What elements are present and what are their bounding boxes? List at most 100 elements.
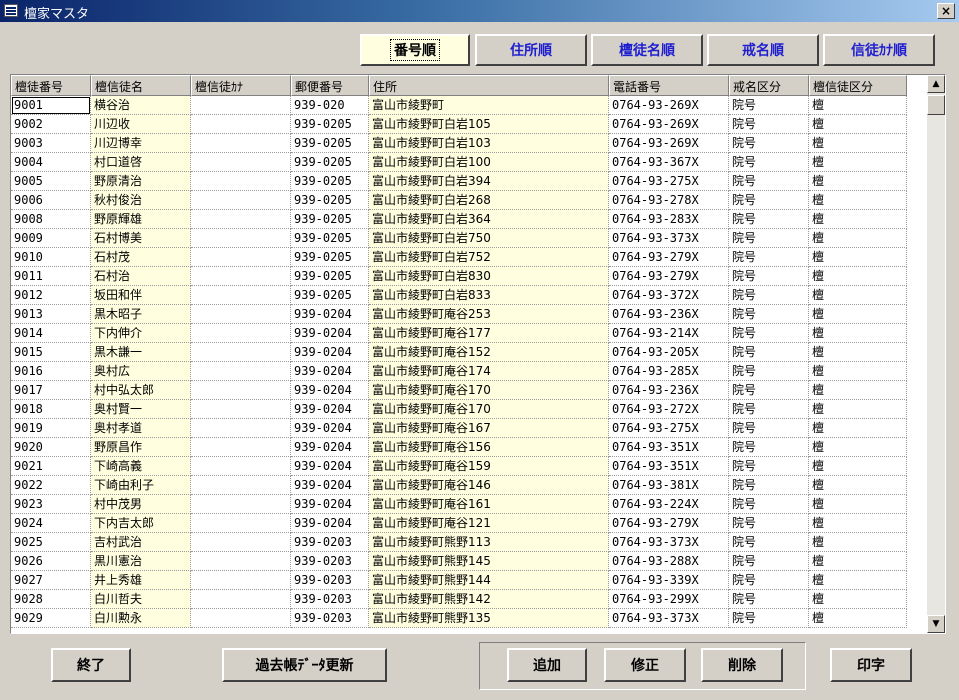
cell-phone[interactable]: 0764-93-288X: [609, 552, 729, 571]
cell-posthumous-category[interactable]: 院号: [729, 343, 809, 362]
cell-member-number[interactable]: 9028: [11, 590, 91, 609]
cell-kana[interactable]: [191, 115, 291, 134]
cell-kana[interactable]: [191, 286, 291, 305]
cell-posthumous-category[interactable]: 院号: [729, 552, 809, 571]
cell-kana[interactable]: [191, 324, 291, 343]
member-table[interactable]: 檀徒番号 檀信徒名 檀信徒ｶﾅ 郵便番号 住所 電話番号 戒名区分 檀信徒区分 …: [10, 74, 946, 634]
cell-member-category[interactable]: 檀: [809, 362, 907, 381]
cell-kana[interactable]: [191, 191, 291, 210]
cell-phone[interactable]: 0764-93-351X: [609, 457, 729, 476]
delete-button[interactable]: 削除: [701, 648, 783, 682]
cell-posthumous-category[interactable]: 院号: [729, 210, 809, 229]
cell-postal-code[interactable]: 939-0203: [291, 571, 369, 590]
cell-posthumous-category[interactable]: 院号: [729, 324, 809, 343]
scroll-up-arrow-icon[interactable]: ▲: [927, 75, 945, 93]
column-header-member-number[interactable]: 檀徒番号: [11, 75, 91, 96]
cell-member-number[interactable]: 9019: [11, 419, 91, 438]
cell-member-number[interactable]: 9012: [11, 286, 91, 305]
cell-member-number[interactable]: 9014: [11, 324, 91, 343]
cell-address[interactable]: 富山市綾野町熊野145: [369, 552, 609, 571]
table-row[interactable]: 9013 黒木昭子 939-0204 富山市綾野町庵谷253 0764-93-236X 院…: [11, 305, 927, 324]
cell-member-category[interactable]: 檀: [809, 324, 907, 343]
table-row[interactable]: 9012 坂田和伴 939-0205 富山市綾野町白岩833 0764-93-372X 院…: [11, 286, 927, 305]
cell-posthumous-category[interactable]: 院号: [729, 305, 809, 324]
cell-postal-code[interactable]: 939-0205: [291, 172, 369, 191]
cell-posthumous-category[interactable]: 院号: [729, 172, 809, 191]
cell-member-name[interactable]: 横谷治: [91, 96, 191, 115]
cell-phone[interactable]: 0764-93-214X: [609, 324, 729, 343]
cell-member-name[interactable]: 村口道啓: [91, 153, 191, 172]
cell-posthumous-category[interactable]: 院号: [729, 400, 809, 419]
cell-member-name[interactable]: 野原清治: [91, 172, 191, 191]
cell-postal-code[interactable]: 939-0204: [291, 457, 369, 476]
cell-address[interactable]: 富山市綾野町白岩268: [369, 191, 609, 210]
cell-posthumous-category[interactable]: 院号: [729, 457, 809, 476]
cell-address[interactable]: 富山市綾野町白岩364: [369, 210, 609, 229]
cell-address[interactable]: 富山市綾野町白岩750: [369, 229, 609, 248]
cell-member-name[interactable]: 石村博美: [91, 229, 191, 248]
cell-phone[interactable]: 0764-93-275X: [609, 172, 729, 191]
cell-postal-code[interactable]: 939-0204: [291, 514, 369, 533]
cell-kana[interactable]: [191, 96, 291, 115]
cell-member-name[interactable]: 吉村武治: [91, 533, 191, 552]
cell-member-number[interactable]: 9017: [11, 381, 91, 400]
table-row[interactable]: 9002 川辺收 939-0205 富山市綾野町白岩105 0764-93-269X 院号…: [11, 115, 927, 134]
cell-member-name[interactable]: 下崎由利子: [91, 476, 191, 495]
cell-phone[interactable]: 0764-93-279X: [609, 514, 729, 533]
cell-postal-code[interactable]: 939-0204: [291, 305, 369, 324]
cell-phone[interactable]: 0764-93-299X: [609, 590, 729, 609]
cell-kana[interactable]: [191, 305, 291, 324]
update-records-button[interactable]: 過去帳ﾃﾞｰﾀ更新: [222, 648, 387, 682]
cell-address[interactable]: 富山市綾野町庵谷161: [369, 495, 609, 514]
cell-member-number[interactable]: 9018: [11, 400, 91, 419]
cell-member-number[interactable]: 9001: [11, 96, 91, 115]
table-row[interactable]: 9022 下崎由利子 939-0204 富山市綾野町庵谷146 0764-93-381X…: [11, 476, 927, 495]
table-row[interactable]: 9014 下内伸介 939-0204 富山市綾野町庵谷177 0764-93-214X 院…: [11, 324, 927, 343]
cell-posthumous-category[interactable]: 院号: [729, 96, 809, 115]
cell-address[interactable]: 富山市綾野町白岩830: [369, 267, 609, 286]
table-row[interactable]: 9010 石村茂 939-0205 富山市綾野町白岩752 0764-93-279X 院号…: [11, 248, 927, 267]
table-row[interactable]: 9021 下崎高義 939-0204 富山市綾野町庵谷159 0764-93-351X 院…: [11, 457, 927, 476]
table-row[interactable]: 9020 野原昌作 939-0204 富山市綾野町庵谷156 0764-93-351X 院…: [11, 438, 927, 457]
cell-member-name[interactable]: 下崎高義: [91, 457, 191, 476]
cell-member-category[interactable]: 檀: [809, 609, 907, 628]
cell-address[interactable]: 富山市綾野町熊野113: [369, 533, 609, 552]
table-row[interactable]: 9011 石村治 939-0205 富山市綾野町白岩830 0764-93-279X 院号…: [11, 267, 927, 286]
cell-posthumous-category[interactable]: 院号: [729, 533, 809, 552]
cell-member-category[interactable]: 檀: [809, 343, 907, 362]
cell-phone[interactable]: 0764-93-236X: [609, 381, 729, 400]
cell-member-name[interactable]: 白川勲永: [91, 609, 191, 628]
column-header-posthumous-category[interactable]: 戒名区分: [729, 75, 809, 96]
cell-member-number[interactable]: 9029: [11, 609, 91, 628]
exit-button[interactable]: 終了: [51, 648, 131, 682]
cell-address[interactable]: 富山市綾野町庵谷253: [369, 305, 609, 324]
cell-address[interactable]: 富山市綾野町庵谷174: [369, 362, 609, 381]
cell-address[interactable]: 富山市綾野町白岩100: [369, 153, 609, 172]
cell-member-category[interactable]: 檀: [809, 134, 907, 153]
cell-address[interactable]: 富山市綾野町庵谷121: [369, 514, 609, 533]
cell-kana[interactable]: [191, 590, 291, 609]
cell-posthumous-category[interactable]: 院号: [729, 229, 809, 248]
column-header-phone[interactable]: 電話番号: [609, 75, 729, 96]
table-row[interactable]: 9001 横谷治 939-020 富山市綾野町 0764-93-269X 院号檀: [11, 96, 927, 115]
cell-posthumous-category[interactable]: 院号: [729, 381, 809, 400]
cell-posthumous-category[interactable]: 院号: [729, 590, 809, 609]
cell-member-category[interactable]: 檀: [809, 96, 907, 115]
cell-kana[interactable]: [191, 343, 291, 362]
table-row[interactable]: 9024 下内吉太郎 939-0204 富山市綾野町庵谷121 0764-93-279X…: [11, 514, 927, 533]
sort-by-member-name-button[interactable]: 檀徒名順: [591, 34, 703, 66]
column-header-address[interactable]: 住所: [369, 75, 609, 96]
cell-posthumous-category[interactable]: 院号: [729, 438, 809, 457]
cell-phone[interactable]: 0764-93-279X: [609, 267, 729, 286]
cell-member-category[interactable]: 檀: [809, 533, 907, 552]
cell-postal-code[interactable]: 939-0204: [291, 362, 369, 381]
cell-posthumous-category[interactable]: 院号: [729, 419, 809, 438]
cell-member-name[interactable]: 白川哲夫: [91, 590, 191, 609]
cell-member-number[interactable]: 9005: [11, 172, 91, 191]
cell-posthumous-category[interactable]: 院号: [729, 134, 809, 153]
cell-member-name[interactable]: 村中弘太郎: [91, 381, 191, 400]
cell-phone[interactable]: 0764-93-283X: [609, 210, 729, 229]
cell-posthumous-category[interactable]: 院号: [729, 286, 809, 305]
cell-kana[interactable]: [191, 533, 291, 552]
cell-kana[interactable]: [191, 267, 291, 286]
